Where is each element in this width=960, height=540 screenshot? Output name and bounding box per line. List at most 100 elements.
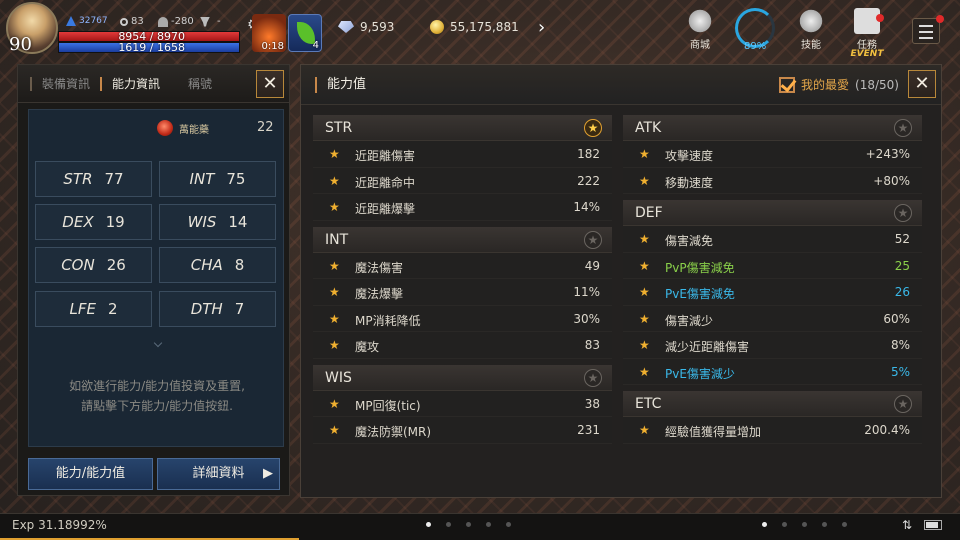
favorite-star-icon[interactable]: ★ [584, 368, 602, 387]
stat-con: CON 26 [35, 247, 152, 283]
character-info-panel: 裝備資訊 能力資訊 稱號 ✕ 萬能藥 22 STR 77 INT 75 DEX 19 … [17, 64, 290, 496]
skills-button[interactable]: 技能 [786, 8, 836, 51]
leaf-buff-slot[interactable]: 4 [288, 14, 322, 52]
star-icon[interactable]: ★ [639, 312, 650, 326]
checkbox-icon [779, 76, 795, 93]
star-icon[interactable]: ★ [639, 423, 650, 437]
ability-row[interactable]: ★ PvE傷害減少 5% [623, 358, 922, 385]
detail-button[interactable]: 詳細資料 ▶ [157, 458, 280, 490]
category-name: INT [325, 231, 349, 248]
main-menu-button[interactable] [912, 18, 940, 44]
close-icon[interactable]: ✕ [908, 70, 936, 98]
page-dots-right [762, 522, 847, 527]
star-icon[interactable]: ★ [329, 147, 340, 161]
ability-row[interactable]: ★ MP回復(tic) 38 [313, 390, 612, 417]
chevron-right-icon[interactable]: › [538, 17, 545, 38]
star-icon[interactable]: ★ [639, 232, 650, 246]
ability-row[interactable]: ★ 魔法爆擊 11% [313, 279, 612, 306]
event-badge: EVENT [850, 49, 884, 59]
ability-row[interactable]: ★ 經驗值獲得量增加 200.4% [623, 417, 922, 444]
category-name: DEF [635, 205, 663, 221]
star-icon[interactable]: ★ [329, 423, 340, 437]
mp-text: 1619 / 1658 [118, 41, 185, 54]
power-icon [66, 16, 76, 26]
favorite-star-icon[interactable]: ★ [894, 395, 912, 413]
star-icon[interactable]: ★ [639, 259, 650, 273]
elixir-icon [157, 120, 173, 136]
shop-button[interactable]: 商城 [675, 8, 725, 51]
exp-text: Exp 31.18992% [12, 518, 107, 532]
karma-value: -280 [171, 16, 194, 27]
star-icon[interactable]: ★ [639, 174, 650, 188]
ability-row[interactable]: ★ 移動速度 +80% [623, 167, 922, 194]
star-icon[interactable]: ★ [639, 338, 650, 352]
stat-value: 2 [107, 300, 118, 318]
diamond-currency[interactable]: 9,593 [338, 20, 394, 34]
ability-row[interactable]: ★ 傷害減少 60% [623, 305, 922, 332]
ability-row[interactable]: ★ 魔法防禦(MR) 231 [313, 417, 612, 444]
menu-notification-dot [936, 15, 944, 23]
ability-button[interactable]: 能力/能力值 [28, 458, 153, 490]
ability-row[interactable]: ★ 傷害減免 52 [623, 226, 922, 253]
combat-power-value: 32767 [79, 16, 108, 26]
ability-row[interactable]: ★ PvE傷害減免 26 [623, 279, 922, 306]
stat-dth: DTH 7 [159, 291, 276, 327]
star-icon[interactable]: ★ [639, 147, 650, 161]
tab-ability[interactable]: 能力資訊 [100, 76, 170, 91]
ability-row[interactable]: ★ 近距離傷害 182 [313, 141, 612, 168]
star-icon[interactable]: ★ [329, 259, 340, 273]
key-count-value: 83 [131, 16, 144, 27]
star-icon[interactable]: ★ [639, 285, 650, 299]
stat-key: WIS [187, 213, 217, 231]
category-header: ATK ★ [623, 115, 922, 141]
stat-str: STR 77 [35, 161, 152, 197]
favorite-star-icon[interactable]: ★ [894, 119, 912, 137]
gold-currency[interactable]: 55,175,881 [430, 20, 519, 34]
category-name: ETC [635, 396, 662, 412]
category-wis: WIS ★ ★ MP回復(tic) 38 ★ 魔法防禦(MR) 231 [313, 364, 612, 444]
ability-row[interactable]: ★ 近距離命中 222 [313, 167, 612, 194]
tab-equipment[interactable]: 裝備資訊 [30, 76, 100, 91]
ability-value: 83 [584, 338, 600, 352]
favorite-star-icon[interactable]: ★ [584, 119, 602, 137]
tab-title[interactable]: 稱號 [170, 77, 222, 91]
diamond-value: 9,593 [360, 20, 395, 34]
trophy-icon [200, 16, 210, 27]
star-icon[interactable]: ★ [329, 397, 340, 411]
ability-row[interactable]: ★ 攻擊速度 +243% [623, 141, 922, 168]
ability-value: 14% [573, 200, 600, 214]
helmet-icon [158, 16, 168, 27]
ability-row[interactable]: ★ 魔攻 83 [313, 332, 612, 359]
top-hud: 90 32767 83 -280 - 8954 / 8970 1619 / 16… [0, 0, 960, 60]
favorites-label: 我的最愛 [801, 78, 850, 92]
ability-row[interactable]: ★ 減少近距離傷害 8% [623, 332, 922, 359]
ability-label: PvE傷害減少 [665, 366, 735, 381]
ability-row[interactable]: ★ MP消耗降低 30% [313, 305, 612, 332]
ability-row[interactable]: ★ PvP傷害減免 25 [623, 252, 922, 279]
ability-label: 近距離傷害 [355, 149, 416, 163]
favorite-star-icon[interactable]: ★ [894, 204, 912, 222]
close-icon[interactable]: ✕ [256, 70, 284, 98]
favorites-toggle[interactable]: 我的最愛 (18/50) [779, 76, 899, 93]
star-icon[interactable]: ★ [329, 338, 340, 352]
ability-label: MP消耗降低 [355, 313, 421, 328]
ability-row[interactable]: ★ 魔法傷害 49 [313, 252, 612, 279]
character-level: 90 [9, 34, 32, 55]
ability-value: 26 [894, 285, 910, 299]
ability-row[interactable]: ★ 近距離爆擊 14% [313, 194, 612, 221]
quest-button[interactable]: 任務 EVENT [842, 8, 892, 59]
category-header: INT ★ [313, 226, 612, 253]
star-icon[interactable]: ★ [329, 200, 340, 214]
ability-value: 231 [577, 423, 600, 437]
quest-notification-dot [876, 14, 884, 22]
favorite-star-icon[interactable]: ★ [584, 230, 602, 249]
favorites-count: (18/50) [855, 77, 899, 92]
star-icon[interactable]: ★ [329, 285, 340, 299]
weight-gauge[interactable]: 89% [735, 8, 775, 52]
star-icon[interactable]: ★ [329, 312, 340, 326]
ability-value: 200.4% [864, 423, 910, 437]
stat-value: 14 [228, 213, 248, 231]
star-icon[interactable]: ★ [329, 174, 340, 188]
potion-buff-slot[interactable]: 0:18 [252, 14, 286, 52]
star-icon[interactable]: ★ [639, 365, 650, 379]
